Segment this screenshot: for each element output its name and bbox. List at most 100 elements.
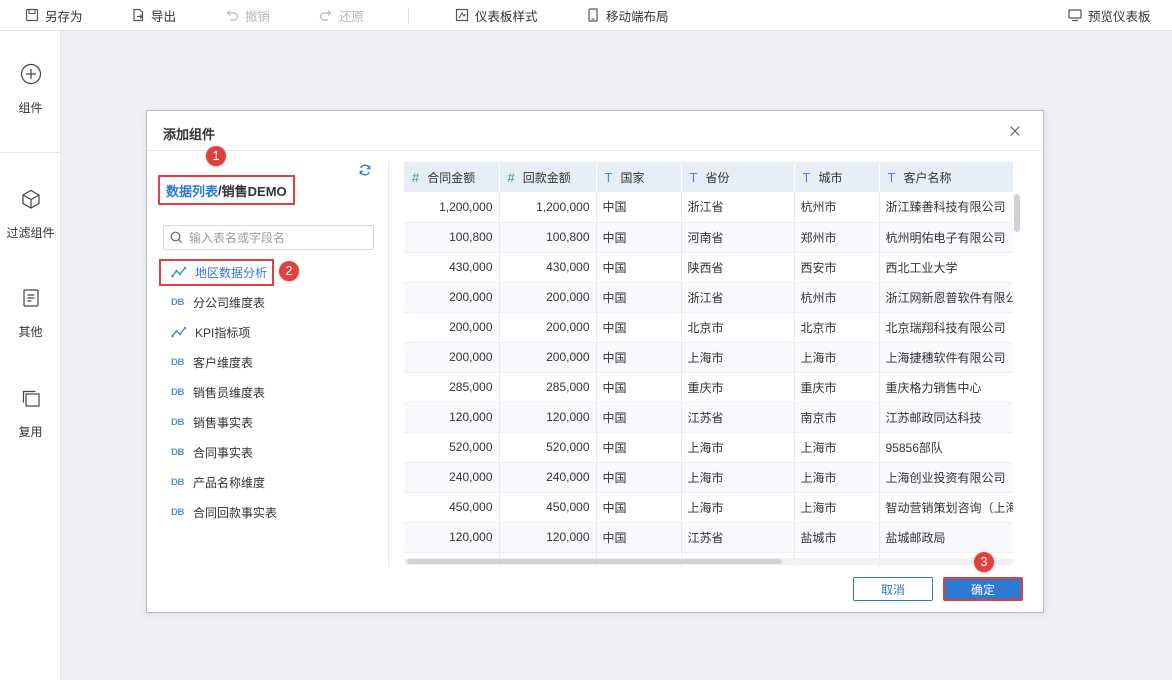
table-cell: 上海创业投资有限公司 (879, 462, 1013, 493)
table-cell: 430,000 (499, 252, 597, 283)
table-item-payment-fact[interactable]: DB 合同回款事实表 (163, 497, 383, 527)
table-row: 1,200,000 1,200,000 中国 浙江省 杭州市 浙江臻善科技有限公司 (404, 192, 1013, 223)
table-item-branch-dimension[interactable]: DB 分公司维度表 (163, 287, 383, 317)
stack-icon (22, 390, 40, 407)
table-row: 520,000 520,000 中国 上海市 上海市 95856部队 (404, 432, 1013, 463)
table-cell: 240,000 (404, 462, 500, 493)
table-item-sales-fact[interactable]: DB 销售事实表 (163, 407, 383, 437)
column-header[interactable]: T 客户名称 (879, 163, 1013, 192)
save-as-button[interactable]: 另存为 (25, 0, 83, 30)
table-cell: 200,000 (499, 282, 597, 313)
table-row: 450,000450,000中国上海市上海市智动营销策划咨询（上海） (404, 492, 1013, 523)
table-row: 240,000 240,000 中国 上海市 上海市 上海创业投资有限公司 (404, 462, 1013, 493)
preview-label: 预览仪表板 (1088, 9, 1151, 24)
table-row: 285,000 285,000 中国 重庆市 重庆市 重庆格力销售中心 (404, 372, 1013, 403)
redo-button[interactable]: 还原 (319, 0, 364, 30)
table-cell: 上海市 (794, 462, 880, 493)
table-cell: 中国 (596, 252, 682, 283)
table-cell: 200,000 (404, 342, 500, 373)
column-header[interactable]: # 合同金额 (404, 163, 500, 192)
preview-dashboard-button[interactable]: 预览仪表板 (1068, 0, 1151, 30)
database-icon: DB (171, 446, 185, 458)
column-header[interactable]: T 城市 (794, 163, 880, 192)
column-header[interactable]: T 省份 (681, 163, 795, 192)
table-cell: 上海市 (681, 492, 795, 523)
sidebar-item-components[interactable]: 组件 (0, 63, 61, 116)
table-cell: 100,800 (404, 222, 500, 253)
scrollbar-thumb[interactable] (1014, 194, 1020, 232)
table-row: 200,000 200,000 中国 北京市 北京市 北京瑞翔科技有限公司 (404, 312, 1013, 343)
refresh-icon[interactable] (358, 163, 372, 177)
sidebar-label: 复用 (18, 425, 43, 439)
mobile-layout-label: 移动端布局 (606, 9, 669, 24)
table-cell: 中国 (596, 342, 682, 373)
database-icon: DB (171, 296, 185, 308)
table-cell: 中国 (596, 222, 682, 253)
table-cell: 智动营销策划咨询（上海） (879, 492, 1013, 523)
table-item-customer-dimension[interactable]: DB 客户维度表 (163, 347, 383, 377)
text-type-icon: T (604, 170, 613, 185)
mobile-layout-button[interactable]: 移动端布局 (586, 0, 669, 30)
redo-label: 还原 (339, 9, 365, 24)
table-cell: 浙江网新恩普软件有限公司 (879, 282, 1013, 313)
text-type-icon: T (887, 170, 896, 185)
table-cell: 285,000 (499, 372, 597, 403)
palette-icon (455, 8, 469, 22)
confirm-button[interactable]: 确定 (943, 577, 1023, 601)
undo-button[interactable]: 撤销 (225, 0, 270, 30)
table-item-region-analysis[interactable]: 地区数据分析 (159, 257, 383, 287)
table-cell: 450,000 (499, 492, 597, 523)
table-cell: 南京市 (794, 402, 880, 433)
table-cell: 北京瑞翔科技有限公司 (879, 312, 1013, 343)
table-cell: 450,000 (404, 492, 500, 523)
scrollbar-thumb[interactable] (407, 559, 782, 564)
sidebar-item-reuse[interactable]: 复用 (0, 387, 61, 440)
number-type-icon: # (412, 170, 420, 185)
table-cell: 1,200,000 (499, 192, 597, 223)
table-cell: 100,800 (499, 222, 597, 253)
table-item-label: 销售事实表 (193, 415, 254, 430)
table-cell: 浙江省 (681, 282, 795, 313)
table-cell: 中国 (596, 372, 682, 403)
table-cell: 江苏省 (681, 402, 795, 433)
top-toolbar: 另存为 导出 撤销 还原 仪表板样式 移动端布局 预览仪表板 (0, 0, 1172, 31)
database-icon: DB (171, 356, 185, 368)
data-list-link[interactable]: 数据列表 (166, 181, 218, 200)
datasource-breadcrumb: 数据列表 / 销售DEMO (158, 175, 295, 205)
table-cell: 285,000 (404, 372, 500, 403)
table-item-label: 地区数据分析 (195, 265, 268, 280)
text-type-icon: T (802, 170, 811, 185)
table-item-label: 合同事实表 (193, 445, 254, 460)
dashboard-style-button[interactable]: 仪表板样式 (455, 0, 538, 30)
table-item-salesperson-dimension[interactable]: DB 销售员维度表 (163, 377, 383, 407)
table-list: 地区数据分析 DB 分公司维度表 KPI指标项 DB 客户维度表 DB 销售员维… (159, 257, 383, 527)
table-item-kpi[interactable]: KPI指标项 (163, 317, 383, 347)
table-cell: 200,000 (404, 282, 500, 313)
table-cell: 中国 (596, 192, 682, 223)
table-cell: 240,000 (499, 462, 597, 493)
vertical-scrollbar[interactable] (1014, 192, 1020, 552)
table-item-contract-fact[interactable]: DB 合同事实表 (163, 437, 383, 467)
horizontal-scrollbar[interactable] (404, 558, 1013, 565)
sidebar-item-filter[interactable]: 过滤组件 (0, 188, 61, 241)
table-cell: 盐城邮政局 (879, 522, 1013, 553)
table-item-product-dimension[interactable]: DB 产品名称维度 (163, 467, 383, 497)
export-button[interactable]: 导出 (131, 0, 176, 30)
search-input[interactable] (189, 230, 369, 245)
table-cell: 200,000 (499, 312, 597, 343)
close-icon[interactable] (1007, 123, 1023, 139)
column-header[interactable]: # 回款金额 (499, 163, 597, 192)
monitor-icon (1068, 9, 1082, 22)
cancel-button[interactable]: 取消 (853, 577, 933, 601)
export-label: 导出 (151, 9, 177, 24)
sidebar-label: 组件 (18, 101, 43, 115)
table-row: 200,000 200,000 中国 上海市 上海市 上海捷穗软件有限公司 (404, 342, 1013, 373)
sidebar-item-other[interactable]: 其他 (0, 287, 61, 340)
panel-divider (388, 161, 389, 567)
table-row: 120,000 120,000 中国 江苏省 南京市 江苏邮政同达科技 (404, 402, 1013, 433)
table-cell: 95856部队 (879, 432, 1013, 463)
table-cell: 120,000 (499, 522, 597, 553)
column-header[interactable]: T 国家 (596, 163, 682, 192)
table-cell: 520,000 (404, 432, 500, 463)
column-header-label: 省份 (705, 171, 730, 185)
